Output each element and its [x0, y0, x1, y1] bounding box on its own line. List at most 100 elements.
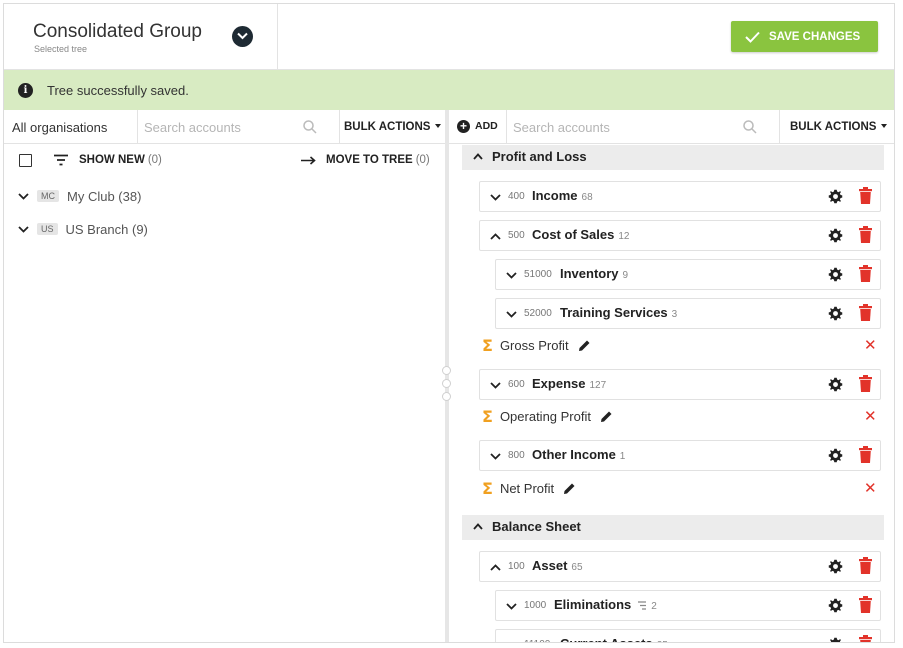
- org-name: My Club (38): [67, 188, 142, 204]
- account-label: Training Services: [560, 305, 668, 320]
- group-selector[interactable]: Consolidated Group Selected tree: [4, 4, 278, 70]
- move-to-tree-button[interactable]: MOVE TO TREE (0): [326, 154, 430, 166]
- gear-icon[interactable]: [828, 598, 843, 613]
- gear-icon[interactable]: [828, 559, 843, 574]
- list-item[interactable]: US US Branch (9): [18, 219, 148, 239]
- gear-icon[interactable]: [828, 448, 843, 463]
- account-count: 65: [571, 562, 583, 573]
- gear-icon[interactable]: [828, 377, 843, 392]
- computed-row[interactable]: Σ Gross Profit: [482, 335, 591, 355]
- account-row[interactable]: 400 Income 68: [479, 181, 881, 212]
- org-name: US Branch (9): [65, 221, 148, 237]
- left-filter-row: SHOW NEW (0) MOVE TO TREE (0): [4, 144, 445, 178]
- select-all-checkbox[interactable]: [19, 154, 32, 167]
- chevron-up-icon[interactable]: [490, 233, 501, 240]
- chevron-down-icon[interactable]: [506, 603, 517, 610]
- account-label: Income: [532, 188, 578, 203]
- tree-pane: + ADD Search accounts BULK ACTIONS Profi…: [449, 110, 894, 643]
- trash-icon[interactable]: [859, 304, 872, 321]
- pencil-icon[interactable]: [563, 482, 576, 495]
- caret-down-icon: [435, 124, 442, 128]
- account-count: 12: [618, 231, 630, 242]
- chevron-down-icon[interactable]: [18, 225, 29, 233]
- chevron-up-icon[interactable]: [473, 153, 483, 160]
- right-bulk-actions-button[interactable]: BULK ACTIONS: [779, 110, 894, 144]
- org-tag: US: [37, 223, 58, 235]
- save-changes-button[interactable]: SAVE CHANGES: [731, 21, 878, 52]
- account-row[interactable]: 11100 Current Assets 25: [495, 629, 881, 643]
- account-row[interactable]: 52000 Training Services 3: [495, 298, 881, 329]
- chevron-down-icon[interactable]: [506, 272, 517, 279]
- sigma-icon: Σ: [482, 335, 493, 355]
- search-icon[interactable]: [303, 120, 317, 134]
- chevron-up-icon[interactable]: [473, 523, 483, 530]
- close-icon[interactable]: ✕: [864, 479, 877, 497]
- trash-icon[interactable]: [859, 446, 872, 463]
- chevron-down-icon[interactable]: [232, 26, 253, 47]
- search-icon[interactable]: [743, 120, 757, 134]
- show-new-toggle[interactable]: SHOW NEW (0): [79, 154, 162, 166]
- chevron-down-icon[interactable]: [490, 453, 501, 460]
- gear-icon[interactable]: [828, 189, 843, 204]
- account-row[interactable]: 500 Cost of Sales 12: [479, 220, 881, 251]
- pencil-icon[interactable]: [600, 410, 613, 423]
- sigma-icon: Σ: [482, 478, 493, 498]
- account-row[interactable]: 600 Expense 127: [479, 369, 881, 400]
- trash-icon[interactable]: [859, 265, 872, 282]
- account-name: Income 68: [532, 188, 593, 203]
- account-row[interactable]: 51000 Inventory 9: [495, 259, 881, 290]
- account-name: Expense 127: [532, 376, 606, 391]
- right-search-input[interactable]: Search accounts: [507, 110, 779, 144]
- section-title: Profit and Loss: [492, 149, 587, 164]
- chevron-down-icon[interactable]: [506, 311, 517, 318]
- chevron-down-icon[interactable]: [490, 382, 501, 389]
- gear-icon[interactable]: [828, 306, 843, 321]
- section-profit-and-loss[interactable]: Profit and Loss: [462, 145, 884, 170]
- left-search-input[interactable]: Search accounts: [138, 110, 339, 144]
- section-balance-sheet[interactable]: Balance Sheet: [462, 515, 884, 540]
- left-toolbar: All organisations Search accounts BULK A…: [4, 110, 445, 144]
- left-bulk-actions-button[interactable]: BULK ACTIONS: [339, 110, 445, 144]
- account-label: Eliminations: [554, 597, 632, 612]
- gear-icon[interactable]: [828, 637, 843, 643]
- trash-icon[interactable]: [859, 557, 872, 574]
- trash-icon[interactable]: [859, 635, 872, 643]
- account-count: 127: [589, 380, 607, 391]
- gear-icon[interactable]: [828, 267, 843, 282]
- trash-icon[interactable]: [859, 187, 872, 204]
- show-new-label: SHOW NEW: [79, 154, 145, 166]
- account-code: 51000: [524, 269, 552, 280]
- account-name: Inventory 9: [560, 266, 628, 281]
- trash-icon[interactable]: [859, 375, 872, 392]
- close-icon[interactable]: ✕: [864, 407, 877, 425]
- chevron-down-icon[interactable]: [18, 192, 29, 200]
- account-label: Current Assets: [560, 636, 653, 642]
- account-count: 25: [657, 640, 668, 642]
- account-row[interactable]: 1000 Eliminations 2: [495, 590, 881, 621]
- computed-row[interactable]: Σ Operating Profit: [482, 406, 613, 426]
- computed-row[interactable]: Σ Net Profit: [482, 478, 576, 498]
- left-bulk-label: BULK ACTIONS: [344, 121, 431, 133]
- trash-icon[interactable]: [859, 226, 872, 243]
- gear-icon[interactable]: [828, 228, 843, 243]
- close-icon[interactable]: ✕: [864, 336, 877, 354]
- account-row[interactable]: 800 Other Income 1: [479, 440, 881, 471]
- chevron-down-icon[interactable]: [506, 642, 517, 643]
- right-bulk-label: BULK ACTIONS: [790, 121, 877, 133]
- success-alert: i Tree successfully saved.: [4, 70, 894, 110]
- arrow-right-icon: [301, 156, 316, 165]
- computed-label: Net Profit: [499, 480, 555, 496]
- chevron-down-icon[interactable]: [490, 194, 501, 201]
- account-count: 68: [581, 192, 593, 203]
- pencil-icon[interactable]: [578, 339, 591, 352]
- organisations-pane: All organisations Search accounts BULK A…: [4, 110, 445, 642]
- right-search-placeholder: Search accounts: [513, 120, 610, 135]
- trash-icon[interactable]: [859, 596, 872, 613]
- add-button[interactable]: + ADD: [449, 110, 507, 144]
- organisation-select[interactable]: All organisations: [4, 110, 138, 144]
- chevron-up-icon[interactable]: [490, 564, 501, 571]
- account-row[interactable]: 100 Asset 65: [479, 551, 881, 582]
- account-name: Current Assets 25: [560, 636, 668, 642]
- list-item[interactable]: MC My Club (38): [18, 186, 141, 206]
- info-icon: i: [18, 83, 33, 98]
